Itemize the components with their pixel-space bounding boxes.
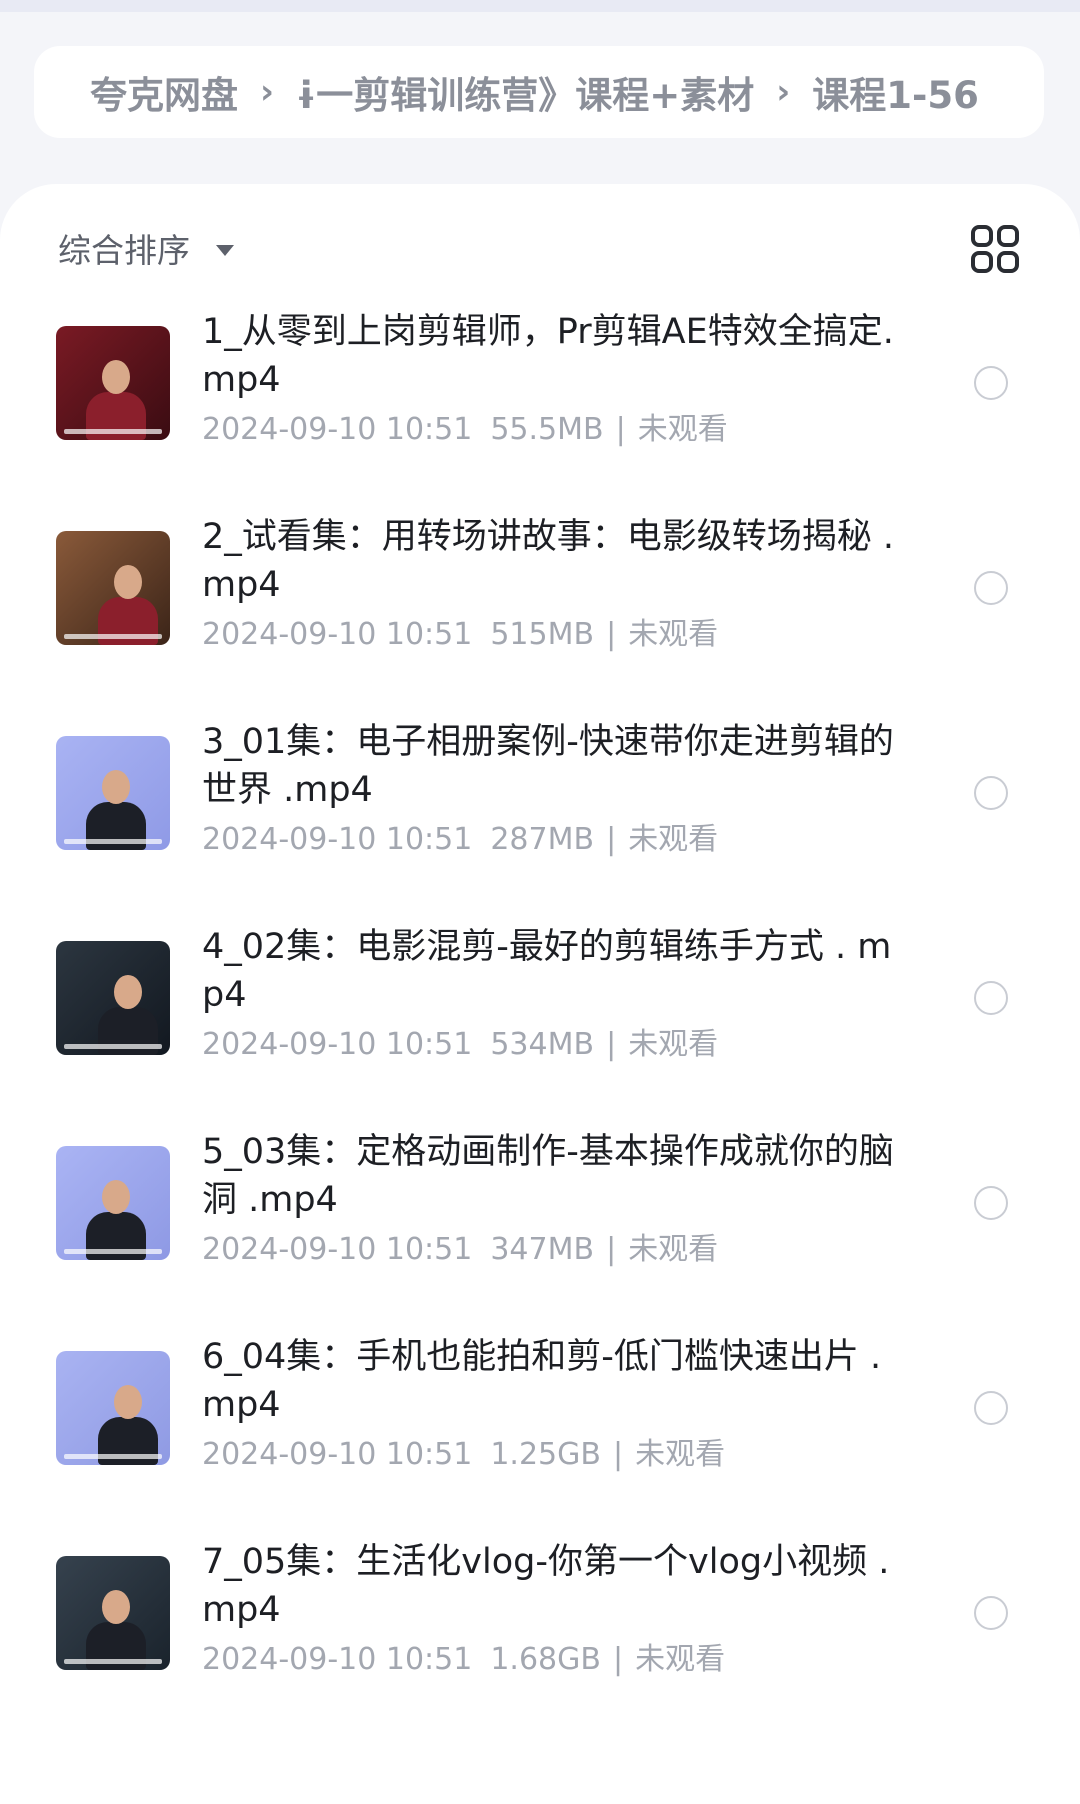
thumbnail-subtitle <box>64 1659 162 1664</box>
thumbnail-head <box>102 1180 130 1214</box>
file-date: 2024-09-10 10:51 <box>202 412 473 447</box>
breadcrumb-folder[interactable]: ɨ一剪辑训练营》课程+素材 <box>296 65 754 119</box>
select-radio[interactable] <box>974 776 1008 810</box>
video-thumbnail[interactable] <box>56 1556 170 1670</box>
file-meta: 2024-09-10 10:51 534MB | 未观看 <box>202 1019 718 1063</box>
file-date: 2024-09-10 10:51 <box>202 1437 473 1472</box>
file-date: 2024-09-10 10:51 <box>202 1232 473 1267</box>
meta-divider: | <box>606 1027 617 1062</box>
watch-status: 未观看 <box>635 1437 726 1472</box>
select-radio[interactable] <box>974 1391 1008 1425</box>
thumbnail-subtitle <box>64 1044 162 1049</box>
thumbnail-head <box>114 975 142 1009</box>
meta-divider: | <box>612 1642 624 1677</box>
thumbnail-head <box>114 565 142 599</box>
file-title: 5_03集：定格动画制作-基本操作成就你的脑洞 .mp4 <box>202 1132 894 1220</box>
file-row[interactable]: 3_01集：电子相册案例-快速带你走进剪辑的世界 .mp4 2024-09-10 … <box>0 710 1080 890</box>
breadcrumb-current: 课程1-56 <box>812 74 979 117</box>
status-strip <box>0 0 1080 12</box>
chevron-right-icon: › <box>260 72 275 112</box>
thumbnail-head <box>102 770 130 804</box>
meta-divider: | <box>615 412 626 447</box>
meta-divider: | <box>606 1232 617 1267</box>
watch-status: 未观看 <box>628 1027 719 1062</box>
breadcrumb: 夸克网盘 › ɨ一剪辑训练营》课程+素材 › 课程1-56 <box>34 46 1044 138</box>
file-title: 4_02集：电影混剪-最好的剪辑练手方式 . mp4 <box>202 927 892 1015</box>
file-row[interactable]: 7_05集：生活化vlog-你第一个vlog小视频 .mp4 2024-09-10… <box>0 1530 1080 1710</box>
file-row[interactable]: 6_04集：手机也能拍和剪-低门槛快速出片 .mp4 2024-09-10 10:… <box>0 1325 1080 1505</box>
file-date: 2024-09-10 10:51 <box>202 1027 473 1062</box>
file-meta: 2024-09-10 10:51 347MB | 未观看 <box>202 1224 718 1268</box>
video-thumbnail[interactable] <box>56 1351 170 1465</box>
thumbnail-head <box>114 1385 142 1419</box>
file-size: 1.68GB <box>490 1642 601 1677</box>
meta-divider: | <box>612 1437 624 1472</box>
file-date: 2024-09-10 10:51 <box>202 617 473 652</box>
select-radio[interactable] <box>974 366 1008 400</box>
select-radio[interactable] <box>974 1186 1008 1220</box>
meta-divider: | <box>606 822 617 857</box>
select-radio[interactable] <box>974 1596 1008 1630</box>
file-size: 55.5MB <box>490 412 604 447</box>
file-row[interactable]: 2_试看集：用转场讲故事：电影级转场揭秘 .mp4 2024-09-10 10:5… <box>0 505 1080 685</box>
file-date: 2024-09-10 10:51 <box>202 822 473 857</box>
select-radio[interactable] <box>974 571 1008 605</box>
file-title: 6_04集：手机也能拍和剪-低门槛快速出片 .mp4 <box>202 1337 882 1425</box>
file-size: 1.25GB <box>490 1437 601 1472</box>
watch-status: 未观看 <box>628 617 719 652</box>
video-thumbnail[interactable] <box>56 1146 170 1260</box>
thumbnail-subtitle <box>64 839 162 844</box>
file-size: 534MB <box>490 1027 595 1062</box>
thumbnail-head <box>102 1590 130 1624</box>
meta-divider: | <box>606 617 617 652</box>
file-size: 347MB <box>490 1232 595 1267</box>
file-row[interactable]: 5_03集：定格动画制作-基本操作成就你的脑洞 .mp4 2024-09-10 1… <box>0 1120 1080 1300</box>
thumbnail-subtitle <box>64 429 162 434</box>
file-meta: 2024-09-10 10:51 287MB | 未观看 <box>202 814 718 858</box>
watch-status: 未观看 <box>628 822 719 857</box>
file-meta: 2024-09-10 10:51 515MB | 未观看 <box>202 609 718 653</box>
watch-status: 未观看 <box>635 1642 726 1677</box>
file-title: 1_从零到上岗剪辑师，Pr剪辑AE特效全搞定.mp4 <box>202 312 894 400</box>
video-thumbnail[interactable] <box>56 941 170 1055</box>
grid-view-icon[interactable] <box>970 224 1020 274</box>
file-size: 515MB <box>490 617 595 652</box>
file-meta: 2024-09-10 10:51 1.25GB | 未观看 <box>202 1429 725 1473</box>
file-title: 7_05集：生活化vlog-你第一个vlog小视频 .mp4 <box>202 1542 890 1630</box>
sort-dropdown[interactable]: 综合排序 <box>58 224 234 272</box>
caret-down-icon <box>216 244 234 256</box>
file-row[interactable]: 4_02集：电影混剪-最好的剪辑练手方式 . mp4 2024-09-10 10:… <box>0 915 1080 1095</box>
watch-status: 未观看 <box>637 412 728 447</box>
thumbnail-head <box>102 360 130 394</box>
video-thumbnail[interactable] <box>56 531 170 645</box>
breadcrumb-root[interactable]: 夸克网盘 <box>90 65 238 119</box>
thumbnail-subtitle <box>64 634 162 639</box>
file-size: 287MB <box>490 822 595 857</box>
file-date: 2024-09-10 10:51 <box>202 1642 473 1677</box>
thumbnail-subtitle <box>64 1454 162 1459</box>
video-thumbnail[interactable] <box>56 326 170 440</box>
video-thumbnail[interactable] <box>56 736 170 850</box>
sort-label: 综合排序 <box>58 231 190 270</box>
watch-status: 未观看 <box>628 1232 719 1267</box>
file-row[interactable]: 1_从零到上岗剪辑师，Pr剪辑AE特效全搞定.mp4 2024-09-10 10:… <box>0 300 1080 480</box>
file-meta: 2024-09-10 10:51 55.5MB | 未观看 <box>202 404 728 448</box>
file-meta: 2024-09-10 10:51 1.68GB | 未观看 <box>202 1634 725 1678</box>
file-title: 2_试看集：用转场讲故事：电影级转场揭秘 .mp4 <box>202 517 895 605</box>
select-radio[interactable] <box>974 981 1008 1015</box>
file-title: 3_01集：电子相册案例-快速带你走进剪辑的世界 .mp4 <box>202 722 894 810</box>
thumbnail-subtitle <box>64 1249 162 1254</box>
chevron-right-icon: › <box>776 72 791 112</box>
